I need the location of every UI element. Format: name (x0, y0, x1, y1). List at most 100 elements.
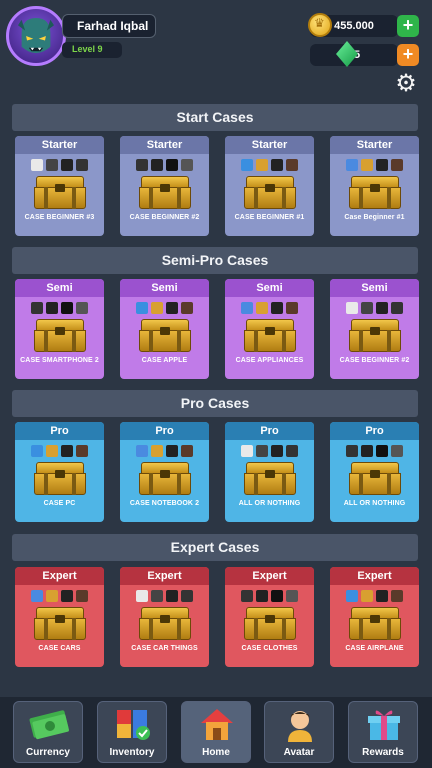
case-tier-label: Pro (120, 422, 209, 440)
preview-item-icon (151, 159, 163, 171)
treasure-case-icon (243, 319, 296, 353)
case-preview-items (120, 585, 209, 607)
case-preview-items (15, 585, 104, 607)
preview-item-icon (61, 445, 73, 457)
preview-item-icon (31, 445, 43, 457)
case-card[interactable]: Expert CASE CLOTHES (225, 567, 314, 667)
case-name: CASE AIRPLANE (345, 645, 404, 652)
treasure-case-icon (243, 176, 296, 210)
case-card[interactable]: Expert CASE AIRPLANE (330, 567, 419, 667)
case-name: ALL OR NOTHING (238, 500, 301, 507)
preview-item-icon (391, 445, 403, 457)
preview-item-icon (241, 590, 253, 602)
nav-rewards[interactable]: Rewards (348, 701, 418, 763)
preview-item-icon (46, 590, 58, 602)
player-avatar[interactable] (6, 6, 66, 66)
nav-inventory-label: Inventory (109, 747, 155, 758)
avatar-icon (280, 706, 320, 742)
preview-item-icon (46, 445, 58, 457)
nav-avatar-label: Avatar (283, 747, 315, 758)
case-preview-items (330, 154, 419, 176)
nav-currency-label: Currency (26, 747, 70, 758)
preview-item-icon (151, 302, 163, 314)
case-tier-label: Expert (120, 567, 209, 585)
preview-item-icon (136, 590, 148, 602)
nav-avatar[interactable]: Avatar (264, 701, 334, 763)
case-card[interactable]: Starter CASE BEGINNER #2 (120, 136, 209, 236)
treasure-case-icon (33, 462, 86, 496)
monster-avatar-icon (18, 18, 54, 54)
case-name: CASE SMARTPHONE 2 (20, 357, 99, 364)
preview-item-icon (376, 159, 388, 171)
preview-item-icon (136, 445, 148, 457)
case-tier-label: Semi (330, 279, 419, 297)
money-icon (29, 706, 69, 742)
preview-item-icon (361, 445, 373, 457)
case-tier-label: Expert (15, 567, 104, 585)
case-card[interactable]: Starter CASE BEGINNER #3 (15, 136, 104, 236)
case-card[interactable]: Pro CASE NOTEBOOK 2 (120, 422, 209, 522)
case-card[interactable]: Starter Case Beginner #1 (330, 136, 419, 236)
treasure-case-icon (138, 176, 191, 210)
treasure-case-icon (138, 319, 191, 353)
preview-item-icon (361, 159, 373, 171)
preview-item-icon (151, 590, 163, 602)
add-coins-button[interactable]: + (397, 15, 419, 37)
preview-item-icon (286, 590, 298, 602)
section-header-start-cases: Start Cases (12, 104, 418, 131)
case-card[interactable]: Semi CASE APPLE (120, 279, 209, 379)
player-level: Level 9 (62, 42, 122, 58)
case-card[interactable]: Semi CASE SMARTPHONE 2 (15, 279, 104, 379)
preview-item-icon (166, 302, 178, 314)
case-card[interactable]: Pro ALL OR NOTHING (225, 422, 314, 522)
case-tier-label: Starter (330, 136, 419, 154)
treasure-case-icon (348, 176, 401, 210)
case-card[interactable]: Semi CASE APPLIANCES (225, 279, 314, 379)
treasure-case-icon (348, 607, 401, 641)
case-card[interactable]: Expert CASE CAR THINGS (120, 567, 209, 667)
case-tier-label: Expert (225, 567, 314, 585)
treasure-case-icon (348, 462, 401, 496)
preview-item-icon (181, 159, 193, 171)
preview-item-icon (346, 590, 358, 602)
case-preview-items (330, 585, 419, 607)
case-preview-items (225, 585, 314, 607)
treasure-case-icon (243, 607, 296, 641)
case-preview-items (15, 154, 104, 176)
preview-item-icon (31, 590, 43, 602)
case-card[interactable]: Pro CASE PC (15, 422, 104, 522)
nav-inventory[interactable]: Inventory (97, 701, 167, 763)
case-tier-label: Semi (120, 279, 209, 297)
preview-item-icon (181, 445, 193, 457)
case-preview-items (120, 297, 209, 319)
case-card[interactable]: Pro ALL OR NOTHING (330, 422, 419, 522)
settings-gear-icon[interactable]: ⚙ (394, 72, 418, 96)
case-tier-label: Pro (15, 422, 104, 440)
case-name: CASE CAR THINGS (131, 645, 198, 652)
player-name: Farhad Iqbal (62, 14, 156, 38)
preview-item-icon (61, 590, 73, 602)
preview-item-icon (271, 159, 283, 171)
preview-item-icon (61, 159, 73, 171)
case-name: CASE PC (43, 500, 76, 507)
nav-currency[interactable]: Currency (13, 701, 83, 763)
preview-item-icon (361, 590, 373, 602)
case-name: CASE CLOTHES (241, 645, 298, 652)
preview-item-icon (241, 159, 253, 171)
add-gems-button[interactable]: + (397, 44, 419, 66)
preview-item-icon (46, 159, 58, 171)
case-name: ALL OR NOTHING (343, 500, 406, 507)
case-card[interactable]: Expert CASE CARS (15, 567, 104, 667)
preview-item-icon (256, 302, 268, 314)
case-card[interactable]: Semi CASE BEGINNER #2 (330, 279, 419, 379)
preview-item-icon (391, 302, 403, 314)
case-tier-label: Semi (225, 279, 314, 297)
case-name: Case Beginner #1 (344, 214, 405, 221)
case-name: CASE BEGINNER #1 (234, 214, 305, 221)
preview-item-icon (271, 445, 283, 457)
case-card[interactable]: Starter CASE BEGINNER #1 (225, 136, 314, 236)
case-preview-items (330, 297, 419, 319)
preview-item-icon (271, 590, 283, 602)
nav-home[interactable]: Home (181, 701, 251, 763)
case-name: CASE BEGINNER #3 (24, 214, 95, 221)
